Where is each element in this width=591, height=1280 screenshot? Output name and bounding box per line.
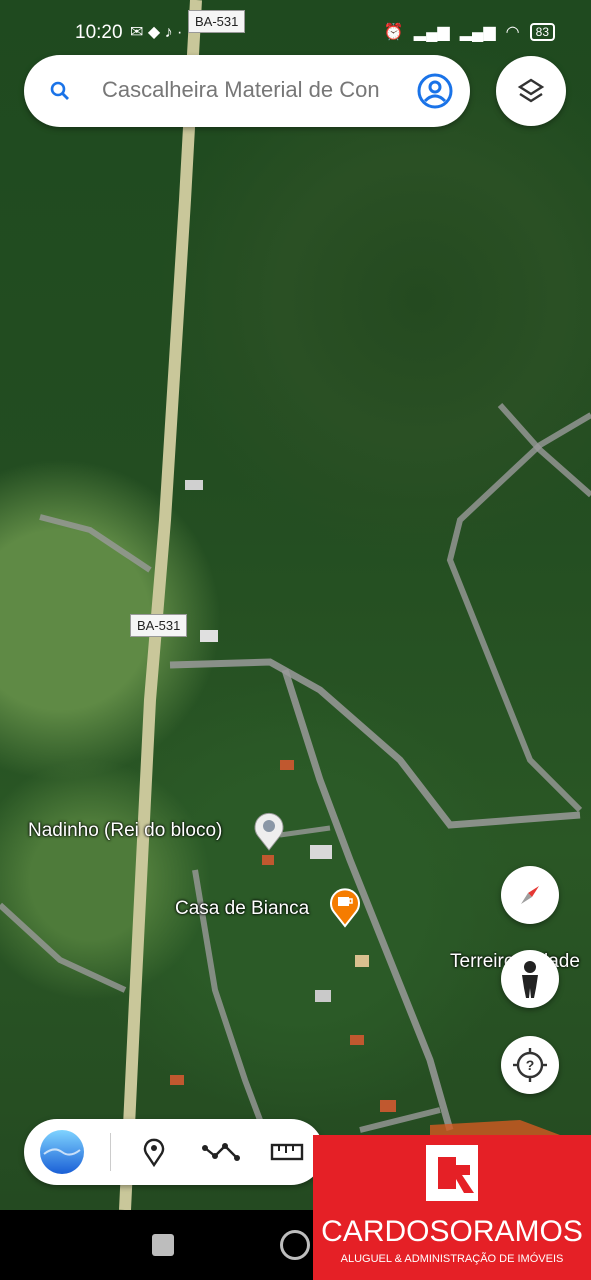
alarm-icon: ⏰	[383, 24, 404, 41]
wifi-icon: ◠	[505, 24, 520, 41]
toolbar-divider	[110, 1133, 111, 1171]
status-bar: 10:20 ✉ ◆ ♪ · ⏰ ▂▄▆ ▂▄▆ ◠ 83	[0, 0, 591, 60]
cafe-pin-icon[interactable]	[327, 886, 363, 928]
side-road	[0, 902, 127, 993]
help-location-icon: ?	[513, 1048, 547, 1082]
notification-icons: ✉ ◆ ♪ ·	[130, 24, 183, 41]
place-label[interactable]: Nadinho (Rei do bloco)	[28, 820, 222, 842]
recent-apps-button[interactable]	[152, 1234, 174, 1256]
status-time: 10:20	[75, 22, 123, 43]
layers-icon	[517, 78, 545, 103]
brand-watermark: CARDOSORAMOS ALUGUEL & ADMINISTRAÇÃO DE …	[313, 1135, 591, 1280]
side-road	[497, 403, 591, 498]
compass-icon	[521, 886, 539, 904]
street-view-button[interactable]	[501, 950, 559, 1008]
signal-icon: ▂▄▆	[413, 24, 450, 41]
pin-icon[interactable]	[138, 1136, 170, 1168]
home-button[interactable]	[280, 1230, 310, 1260]
battery-icon: 83	[529, 23, 555, 41]
bottom-toolbar	[24, 1119, 324, 1185]
map-roads	[0, 0, 591, 1210]
ruler-icon[interactable]	[270, 1139, 304, 1165]
highway-ba-531	[119, 0, 202, 1210]
road-shield[interactable]: BA-531	[130, 614, 188, 637]
path-icon[interactable]	[200, 1136, 242, 1168]
compass-button[interactable]	[501, 866, 559, 924]
svg-text:?: ?	[526, 1057, 535, 1073]
account-icon[interactable]	[416, 72, 454, 110]
search-bar[interactable]: Cascalheira Material de Con	[24, 55, 470, 127]
place-label[interactable]: Casa de Bianca	[175, 898, 309, 920]
help-location-button[interactable]: ?	[501, 1036, 559, 1094]
side-road	[39, 514, 152, 573]
status-right: ⏰ ▂▄▆ ▂▄▆ ◠ 83	[384, 22, 555, 42]
side-road	[281, 668, 454, 1131]
brand-tagline: ALUGUEL & ADMINISTRAÇÃO DE IMÓVEIS	[340, 1253, 564, 1265]
signal-icon: ▂▄▆	[459, 24, 496, 41]
road-shield[interactable]: BA-531	[188, 10, 246, 33]
search-input[interactable]: Cascalheira Material de Con	[102, 77, 422, 103]
place-pin-icon[interactable]	[250, 810, 288, 852]
brand-logo-icon	[426, 1145, 478, 1201]
search-icon[interactable]	[48, 79, 72, 103]
pegman-icon	[522, 961, 538, 998]
side-road	[359, 1107, 441, 1133]
side-road	[169, 658, 581, 829]
satellite-map[interactable]	[0, 0, 591, 1210]
brand-name: CARDOSORAMOS	[321, 1215, 583, 1248]
layers-button[interactable]	[496, 56, 566, 126]
google-maps-logo-icon[interactable]	[38, 1128, 86, 1176]
